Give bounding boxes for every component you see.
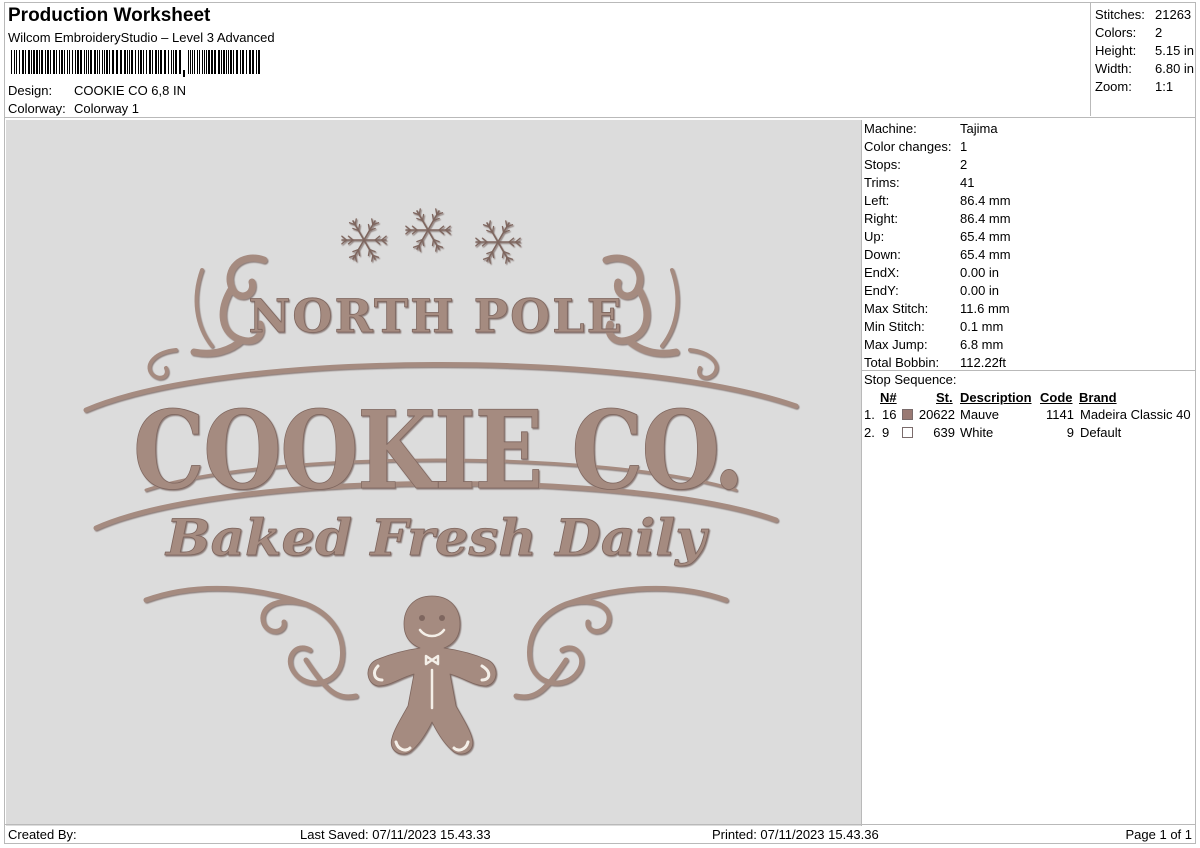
machine-info-row: Right: 86.4 mm <box>864 211 1011 226</box>
page-number: Page 1 of 1 <box>1125 827 1193 842</box>
machine-info-row: Stops: 2 <box>864 157 968 172</box>
summary-colors: Colors: 2 <box>1095 25 1163 40</box>
stop-sequence-title: Stop Sequence: <box>864 372 957 387</box>
last-saved: Last Saved: 07/11/2023 15.43.33 <box>300 827 491 842</box>
snowflake-icon <box>405 208 451 252</box>
header-divider <box>4 117 1196 118</box>
machine-info-row: Min Stitch: 0.1 mm <box>864 319 1004 334</box>
color-swatch <box>902 427 913 438</box>
software-name: Wilcom EmbroideryStudio – Level 3 Advanc… <box>8 30 275 45</box>
summary-zoom: Zoom: 1:1 <box>1095 79 1174 94</box>
machine-info-row: Trims: 41 <box>864 175 975 190</box>
cookie-co-text: COOKIE CO. <box>133 388 743 514</box>
snowflake-icon <box>341 218 387 262</box>
column-header-brand: Brand <box>1079 390 1117 405</box>
table-row: 2. 9 639 White 9 Default <box>864 425 1122 440</box>
machine-info-row: Up: 65.4 mm <box>864 229 1011 244</box>
snowflake-icon <box>475 220 521 264</box>
created-by: Created By: <box>8 827 77 842</box>
machine-info-row: Max Stitch: 11.6 mm <box>864 301 1010 316</box>
color-swatch <box>902 409 913 420</box>
printed-date: Printed: 07/11/2023 15.43.36 <box>712 827 879 842</box>
swirl-ornament-right <box>513 585 729 700</box>
embroidery-design: NORTH POLE COOKIE CO. Baked Fresh Daily <box>83 208 799 755</box>
summary-stitches: Stitches: 21263 <box>1095 7 1192 22</box>
summary-width: Width: 6.80 in <box>1095 61 1195 76</box>
column-header-st: St. <box>936 390 953 405</box>
worksheet-header: Production Worksheet Wilcom EmbroiderySt… <box>8 4 1088 46</box>
column-header-description: Description <box>960 390 1032 405</box>
machine-info-row: Down: 65.4 mm <box>864 247 1011 262</box>
machine-info-row: EndX: 0.00 in <box>864 265 1000 280</box>
column-header-n: N# <box>880 390 897 405</box>
machine-info-row: Color changes: 1 <box>864 139 968 154</box>
north-pole-text: NORTH POLE <box>248 289 623 343</box>
machine-info-row: Machine: Tajima <box>864 121 998 136</box>
gingerbread-man-icon <box>367 595 497 755</box>
design-row: Design: COOKIE CO 6,8 IN <box>8 82 186 100</box>
machine-info-row: Left: 86.4 mm <box>864 193 1011 208</box>
worksheet-title: Production Worksheet <box>8 5 211 26</box>
table-row: 1. 16 20622 Mauve 1141 Madeira Classic 4… <box>864 407 1191 422</box>
design-preview: NORTH POLE COOKIE CO. Baked Fresh Daily <box>6 120 862 826</box>
colorway-value: Colorway 1 <box>74 101 140 116</box>
design-value: COOKIE CO 6,8 IN <box>74 83 186 98</box>
colorway-label: Colorway: <box>8 101 66 116</box>
worksheet-footer: Created By: Last Saved: 07/11/2023 15.43… <box>4 824 1196 845</box>
summary-height: Height: 5.15 in <box>1095 43 1195 58</box>
baked-fresh-daily-text: Baked Fresh Daily <box>164 508 709 567</box>
barcode <box>11 50 260 77</box>
flourish-right-top <box>660 268 719 380</box>
stop-sequence-divider <box>862 370 1196 371</box>
design-label: Design: <box>8 83 53 98</box>
column-header-code: Code <box>1040 390 1073 405</box>
summary-panel: Stitches: 21263 Colors: 2 Height: 5.15 in W… <box>1090 2 1197 116</box>
colorway-row: Colorway: Colorway 1 <box>8 100 139 118</box>
machine-info-row: EndY: 0.00 in <box>864 283 1000 298</box>
flourish-left-top <box>147 268 214 380</box>
machine-info-row: Max Jump: 6.8 mm <box>864 337 1004 352</box>
swirl-ornament-left <box>143 585 359 700</box>
